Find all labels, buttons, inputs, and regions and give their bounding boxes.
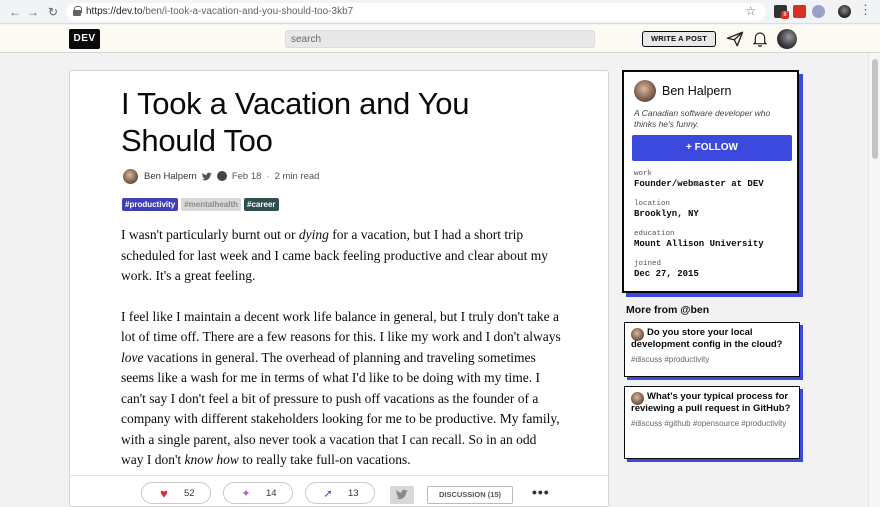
bell-icon[interactable] bbox=[752, 30, 768, 48]
meta-separator: · bbox=[266, 170, 270, 182]
article-card: I Took a Vacation and You Should Too Ben… bbox=[69, 70, 609, 507]
more-from-heading: More from @ben bbox=[626, 304, 710, 316]
field-value: Dec 27, 2015 bbox=[634, 269, 699, 279]
more-post-card[interactable]: What's your typical process for reviewin… bbox=[624, 386, 800, 459]
publish-date: Feb 18 bbox=[231, 170, 262, 182]
profile-joined: joined Dec 27, 2015 bbox=[634, 260, 699, 279]
lock-icon bbox=[73, 6, 82, 16]
bookmark-star-icon[interactable]: ☆ bbox=[745, 4, 756, 18]
address-bar[interactable]: https://dev.to/ben/i-took-a-vacation-and… bbox=[66, 3, 766, 21]
tag-productivity[interactable]: #productivity bbox=[122, 198, 179, 211]
field-label: location bbox=[634, 200, 671, 208]
extension-red-icon[interactable] bbox=[793, 5, 806, 18]
more-options-button[interactable]: ••• bbox=[532, 484, 550, 500]
field-label: education bbox=[634, 230, 675, 238]
browser-profile-avatar[interactable] bbox=[838, 5, 851, 18]
heart-count: 52 bbox=[184, 487, 195, 499]
unicorn-count: 14 bbox=[266, 487, 277, 499]
reload-button[interactable]: ↻ bbox=[44, 3, 62, 21]
read-time: 2 min read bbox=[274, 170, 320, 182]
profile-bio: A Canadian software developer who thinks… bbox=[634, 108, 771, 129]
author-avatar[interactable] bbox=[123, 168, 138, 184]
page-scrollbar[interactable] bbox=[868, 53, 880, 507]
follow-button[interactable]: + FOLLOW bbox=[632, 135, 792, 161]
heart-icon: ♥ bbox=[160, 485, 168, 501]
paragraph: I feel like I maintain a decent work lif… bbox=[121, 308, 561, 468]
search-input[interactable] bbox=[285, 30, 595, 48]
heart-reaction-button[interactable]: ♥ 52 bbox=[141, 482, 211, 504]
browser-toolbar: ← → ↻ https://dev.to/ben/i-took-a-vacati… bbox=[0, 0, 880, 24]
paragraph: I wasn't particularly burnt out or dying… bbox=[121, 227, 548, 283]
profile-education: education Mount Allison University bbox=[634, 230, 764, 249]
article-meta: Ben Halpern Feb 18 · 2 min read bbox=[123, 168, 319, 184]
bookmark-count: 13 bbox=[348, 487, 359, 499]
bookmark-reaction-button[interactable]: ➚ 13 bbox=[305, 482, 375, 504]
post-tags: #discuss #productivity bbox=[631, 355, 710, 364]
field-label: joined bbox=[634, 260, 662, 268]
dev-logo[interactable]: DEV bbox=[69, 29, 100, 49]
profile-header: Ben Halpern bbox=[634, 80, 732, 102]
discussion-button[interactable]: DISCUSSION (15) bbox=[427, 486, 513, 504]
reactions-bar: ♥ 52 ✦ 14 ➚ 13 DISCUSSION (15) ••• bbox=[70, 475, 608, 506]
author-name[interactable]: Ben Halpern bbox=[144, 171, 197, 182]
write-post-button[interactable]: WRITE A POST bbox=[642, 31, 716, 47]
twitter-icon[interactable] bbox=[201, 172, 213, 181]
unicorn-icon: ✦ bbox=[241, 487, 251, 500]
share-twitter-button[interactable] bbox=[390, 486, 414, 504]
extension-badge: 8 bbox=[781, 11, 789, 19]
field-value: Mount Allison University bbox=[634, 239, 764, 249]
user-avatar[interactable] bbox=[777, 29, 797, 49]
profile-name[interactable]: Ben Halpern bbox=[662, 84, 732, 98]
forward-button[interactable]: → bbox=[24, 3, 42, 21]
article-body: I wasn't particularly burnt out or dying… bbox=[121, 225, 561, 491]
article-title: I Took a Vacation and You Should Too bbox=[121, 86, 470, 158]
field-value: Founder/webmaster at DEV bbox=[634, 179, 764, 189]
post-author-avatar bbox=[631, 392, 644, 405]
profile-location: location Brooklyn, NY bbox=[634, 200, 699, 219]
post-title[interactable]: Do you store your local development conf… bbox=[631, 327, 793, 351]
field-label: work bbox=[634, 170, 653, 178]
tag-career[interactable]: #career bbox=[244, 198, 279, 211]
extension-circle-icon[interactable] bbox=[812, 5, 825, 18]
unicorn-reaction-button[interactable]: ✦ 14 bbox=[223, 482, 293, 504]
field-value: Brooklyn, NY bbox=[634, 209, 699, 219]
profile-work: work Founder/webmaster at DEV bbox=[634, 170, 764, 189]
author-profile-card: Ben Halpern A Canadian software develope… bbox=[622, 70, 799, 293]
profile-avatar[interactable] bbox=[634, 80, 656, 102]
article-tags: #productivity #mentalhealth #career bbox=[122, 198, 279, 211]
readinglist-icon: ➚ bbox=[323, 487, 333, 500]
github-icon[interactable] bbox=[216, 171, 227, 181]
more-post-card[interactable]: Do you store your local development conf… bbox=[624, 322, 800, 377]
tag-mentalhealth[interactable]: #mentalhealth bbox=[181, 198, 242, 211]
scrollbar-thumb[interactable] bbox=[872, 59, 878, 159]
back-button[interactable]: ← bbox=[6, 3, 24, 21]
twitter-icon bbox=[395, 489, 408, 500]
url-text: https://dev.to/ben/i-took-a-vacation-and… bbox=[86, 6, 354, 17]
post-title[interactable]: What's your typical process for reviewin… bbox=[631, 391, 793, 415]
post-tags: #discuss #github #opensource #productivi… bbox=[631, 419, 787, 428]
post-author-avatar bbox=[631, 328, 644, 341]
send-icon[interactable] bbox=[726, 30, 744, 48]
browser-menu-icon[interactable]: ⋮ bbox=[859, 2, 872, 18]
site-header: DEV WRITE A POST bbox=[0, 25, 880, 53]
